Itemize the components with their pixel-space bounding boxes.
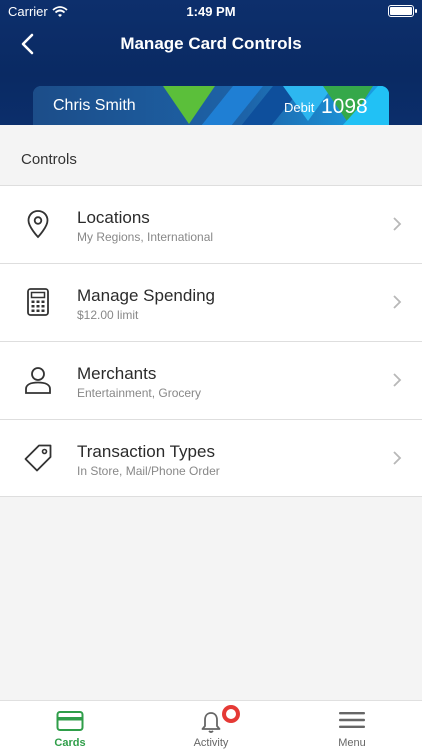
control-subtitle: Entertainment, Grocery	[77, 386, 202, 400]
hamburger-icon	[339, 712, 365, 728]
tab-menu[interactable]: Menu	[282, 701, 422, 750]
tab-label: Cards	[54, 737, 86, 749]
tab-bar: Cards Activity Menu	[0, 700, 422, 750]
control-item-locations[interactable]: Locations My Regions, International	[0, 185, 422, 263]
location-pin-icon	[27, 210, 49, 239]
control-label: Manage Spending	[77, 286, 216, 305]
chevron-right-icon	[393, 451, 402, 465]
bell-icon	[201, 712, 221, 733]
controls-section: Controls Locations My Regions, Internati…	[0, 125, 422, 497]
section-title: Controls	[21, 151, 77, 168]
chevron-right-icon	[393, 373, 402, 387]
control-label: Merchants	[77, 364, 157, 383]
tag-icon	[24, 444, 52, 472]
battery-icon	[388, 5, 417, 17]
control-item-transaction-types[interactable]: Transaction Types In Store, Mail/Phone O…	[0, 419, 422, 497]
control-item-manage-spending[interactable]: Manage Spending $12.00 limit	[0, 263, 422, 341]
chevron-right-icon	[393, 217, 402, 231]
card-type: Debit	[284, 100, 315, 115]
card-last-four: 1098	[321, 95, 368, 118]
nav-bar: Manage Card Controls	[0, 26, 422, 62]
control-label: Transaction Types	[77, 442, 215, 461]
control-subtitle: My Regions, International	[77, 230, 214, 244]
card-preview[interactable]: Chris Smith Debit 1098	[33, 86, 389, 125]
control-item-merchants[interactable]: Merchants Entertainment, Grocery	[0, 341, 422, 419]
page-title: Manage Card Controls	[120, 34, 302, 53]
card-icon	[56, 711, 84, 731]
control-label: Locations	[77, 208, 150, 227]
tab-activity[interactable]: Activity	[141, 701, 281, 750]
calculator-icon	[27, 288, 49, 316]
chevron-right-icon	[393, 295, 402, 309]
header: Carrier 1:49 PM Manage Card Controls Chr…	[0, 0, 422, 125]
card-holder-name: Chris Smith	[53, 97, 136, 114]
tab-label: Activity	[193, 737, 229, 749]
person-icon	[25, 367, 51, 394]
notification-badge	[222, 705, 240, 723]
control-subtitle: In Store, Mail/Phone Order	[77, 464, 220, 478]
status-time: 1:49 PM	[186, 4, 236, 19]
tab-cards[interactable]: Cards	[0, 701, 140, 750]
tab-label: Menu	[338, 737, 366, 749]
status-bar: Carrier 1:49 PM	[0, 0, 422, 22]
controls-list: Locations My Regions, International Mana…	[0, 185, 422, 497]
control-subtitle: $12.00 limit	[77, 308, 139, 322]
